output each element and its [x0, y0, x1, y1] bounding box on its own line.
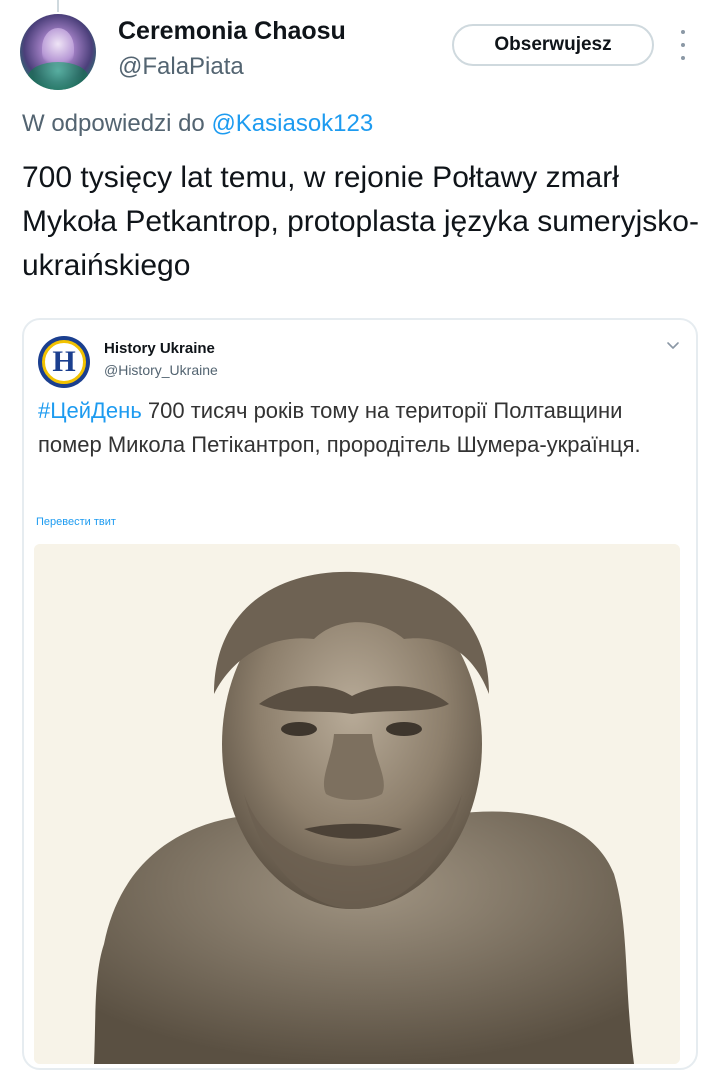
- following-button[interactable]: Obserwujesz: [452, 24, 654, 66]
- reply-to-handle-link[interactable]: @Kasiasok123: [211, 110, 373, 137]
- author-avatar[interactable]: [20, 14, 96, 90]
- author-display-name[interactable]: Ceremonia Chaosu: [118, 17, 346, 46]
- post-text: 700 tysięcy lat temu, w rejonie Połtawy …: [22, 161, 699, 282]
- chevron-down-icon[interactable]: [666, 338, 680, 352]
- quoted-author-handle[interactable]: @History_Ukraine: [104, 362, 218, 378]
- more-options-icon[interactable]: [676, 30, 690, 60]
- reply-context: W odpowiedzi do @Kasiasok123: [22, 110, 373, 138]
- hashtag-link[interactable]: #ЦейДень: [38, 398, 142, 423]
- sculpture-bust-photo[interactable]: [34, 544, 680, 1064]
- quoted-author-name[interactable]: History Ukraine: [104, 340, 215, 357]
- quoted-post-card[interactable]: H History Ukraine @History_Ukraine #ЦейД…: [22, 318, 698, 1070]
- reply-prefix: W odpowiedzi do: [22, 110, 205, 137]
- author-handle[interactable]: @FalaPiata: [118, 53, 244, 81]
- quoted-post-text: #ЦейДень 700 тисяч років тому на територ…: [38, 394, 688, 462]
- post-header: Ceremonia Chaosu @FalaPiata Obserwujesz: [0, 0, 720, 100]
- history-ukraine-logo-avatar[interactable]: H: [38, 336, 90, 388]
- logo-letter: H: [42, 340, 86, 384]
- bust-illustration: [34, 544, 680, 1064]
- translate-tweet-link[interactable]: Перевести твит: [36, 516, 116, 528]
